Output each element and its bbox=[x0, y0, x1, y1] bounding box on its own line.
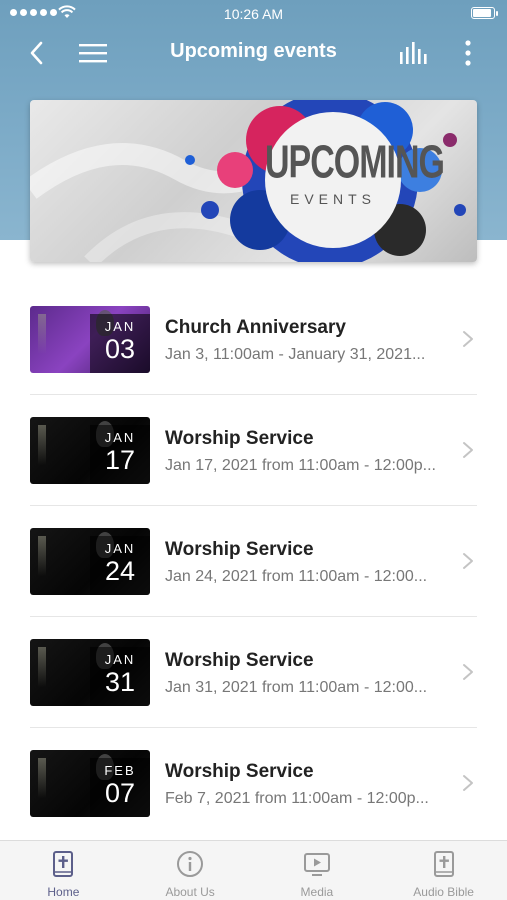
event-day: 31 bbox=[104, 667, 136, 697]
tab-label: About Us bbox=[165, 885, 215, 899]
stage-light-graphic bbox=[38, 758, 46, 798]
event-date-badge: JAN 17 bbox=[90, 425, 150, 484]
event-day: 03 bbox=[104, 334, 136, 364]
event-text: Worship Service Jan 24, 2021 from 11:00a… bbox=[165, 539, 457, 586]
stage-light-graphic bbox=[38, 647, 46, 687]
banner-title: UPCOMING EVENTS bbox=[265, 137, 445, 207]
event-thumbnail: JAN 24 bbox=[30, 528, 150, 595]
more-options-button[interactable] bbox=[453, 38, 483, 68]
event-thumbnail: JAN 03 bbox=[30, 306, 150, 373]
chevron-right-icon bbox=[463, 553, 473, 569]
tab-label: Home bbox=[47, 885, 80, 899]
event-text: Worship Service Feb 7, 2021 from 11:00am… bbox=[165, 761, 457, 808]
event-month: JAN bbox=[104, 430, 136, 445]
event-row[interactable]: FEB 07 Worship Service Feb 7, 2021 from … bbox=[30, 728, 477, 839]
event-title: Church Anniversary bbox=[165, 317, 346, 338]
event-text: Worship Service Jan 17, 2021 from 11:00a… bbox=[165, 428, 457, 475]
status-bar: 10:26 AM bbox=[0, 0, 507, 28]
info-icon bbox=[176, 850, 204, 878]
event-title: Worship Service bbox=[165, 761, 314, 782]
event-thumbnail: FEB 07 bbox=[30, 750, 150, 817]
chevron-right-icon bbox=[463, 664, 473, 680]
tab-bar: Home About Us Media Audio Bible bbox=[0, 840, 507, 900]
event-title: Worship Service bbox=[165, 428, 314, 449]
audio-levels-button[interactable] bbox=[399, 38, 429, 68]
page-title: Upcoming events bbox=[170, 40, 337, 62]
tab-label: Audio Bible bbox=[413, 885, 474, 899]
event-day: 24 bbox=[104, 556, 136, 586]
stage-light-graphic bbox=[38, 425, 46, 465]
tab-label: Media bbox=[300, 885, 334, 899]
tab-media[interactable]: Media bbox=[254, 841, 381, 900]
stage-light-graphic bbox=[38, 314, 46, 354]
event-subtitle: Feb 7, 2021 from 11:00am - 12:00p... bbox=[165, 790, 429, 807]
event-month: JAN bbox=[104, 541, 136, 556]
event-month: JAN bbox=[104, 652, 136, 667]
event-title: Worship Service bbox=[165, 539, 314, 560]
chevron-right-icon bbox=[463, 331, 473, 347]
chevron-right-icon bbox=[463, 442, 473, 458]
event-title: Worship Service bbox=[165, 650, 314, 671]
event-row[interactable]: JAN 31 Worship Service Jan 31, 2021 from… bbox=[30, 617, 477, 728]
event-date-badge: FEB 07 bbox=[90, 758, 150, 817]
event-thumbnail: JAN 31 bbox=[30, 639, 150, 706]
event-subtitle: Jan 17, 2021 from 11:00am - 12:00p... bbox=[165, 457, 436, 474]
event-day: 17 bbox=[104, 445, 136, 475]
event-text: Church Anniversary Jan 3, 11:00am - Janu… bbox=[165, 317, 457, 364]
event-subtitle: Jan 31, 2021 from 11:00am - 12:00... bbox=[165, 679, 428, 696]
event-date-badge: JAN 24 bbox=[90, 536, 150, 595]
bible-cross-icon bbox=[49, 850, 77, 878]
event-thumbnail: JAN 17 bbox=[30, 417, 150, 484]
stage-light-graphic bbox=[38, 536, 46, 576]
event-text: Worship Service Jan 31, 2021 from 11:00a… bbox=[165, 650, 457, 697]
banner-title-line-2: EVENTS bbox=[289, 191, 376, 207]
tab-home[interactable]: Home bbox=[0, 841, 127, 900]
event-month: FEB bbox=[104, 763, 136, 778]
chevron-right-icon bbox=[463, 775, 473, 791]
event-row[interactable]: JAN 17 Worship Service Jan 17, 2021 from… bbox=[30, 395, 477, 506]
navigation-bar: Upcoming events bbox=[0, 28, 507, 78]
event-subtitle: Jan 3, 11:00am - January 31, 2021... bbox=[165, 346, 426, 363]
bible-cross-icon bbox=[430, 850, 458, 878]
upcoming-events-banner: UPCOMING EVENTS bbox=[30, 100, 477, 262]
event-day: 07 bbox=[104, 778, 136, 808]
event-month: JAN bbox=[104, 319, 136, 334]
event-subtitle: Jan 24, 2021 from 11:00am - 12:00... bbox=[165, 568, 428, 585]
tab-audio-bible[interactable]: Audio Bible bbox=[380, 841, 507, 900]
status-time: 10:26 AM bbox=[223, 6, 284, 22]
event-date-badge: JAN 31 bbox=[90, 647, 150, 706]
banner-title-line-1: UPCOMING bbox=[265, 137, 445, 189]
event-row[interactable]: JAN 24 Worship Service Jan 24, 2021 from… bbox=[30, 506, 477, 617]
more-vertical-icon bbox=[465, 40, 471, 66]
events-list: JAN 03 Church Anniversary Jan 3, 11:00am… bbox=[30, 284, 477, 839]
media-play-icon bbox=[303, 850, 331, 878]
battery-icon bbox=[471, 7, 498, 19]
tab-about-us[interactable]: About Us bbox=[127, 841, 254, 900]
equalizer-icon bbox=[400, 42, 427, 64]
event-row[interactable]: JAN 03 Church Anniversary Jan 3, 11:00am… bbox=[30, 284, 477, 395]
event-date-badge: JAN 03 bbox=[90, 314, 150, 373]
